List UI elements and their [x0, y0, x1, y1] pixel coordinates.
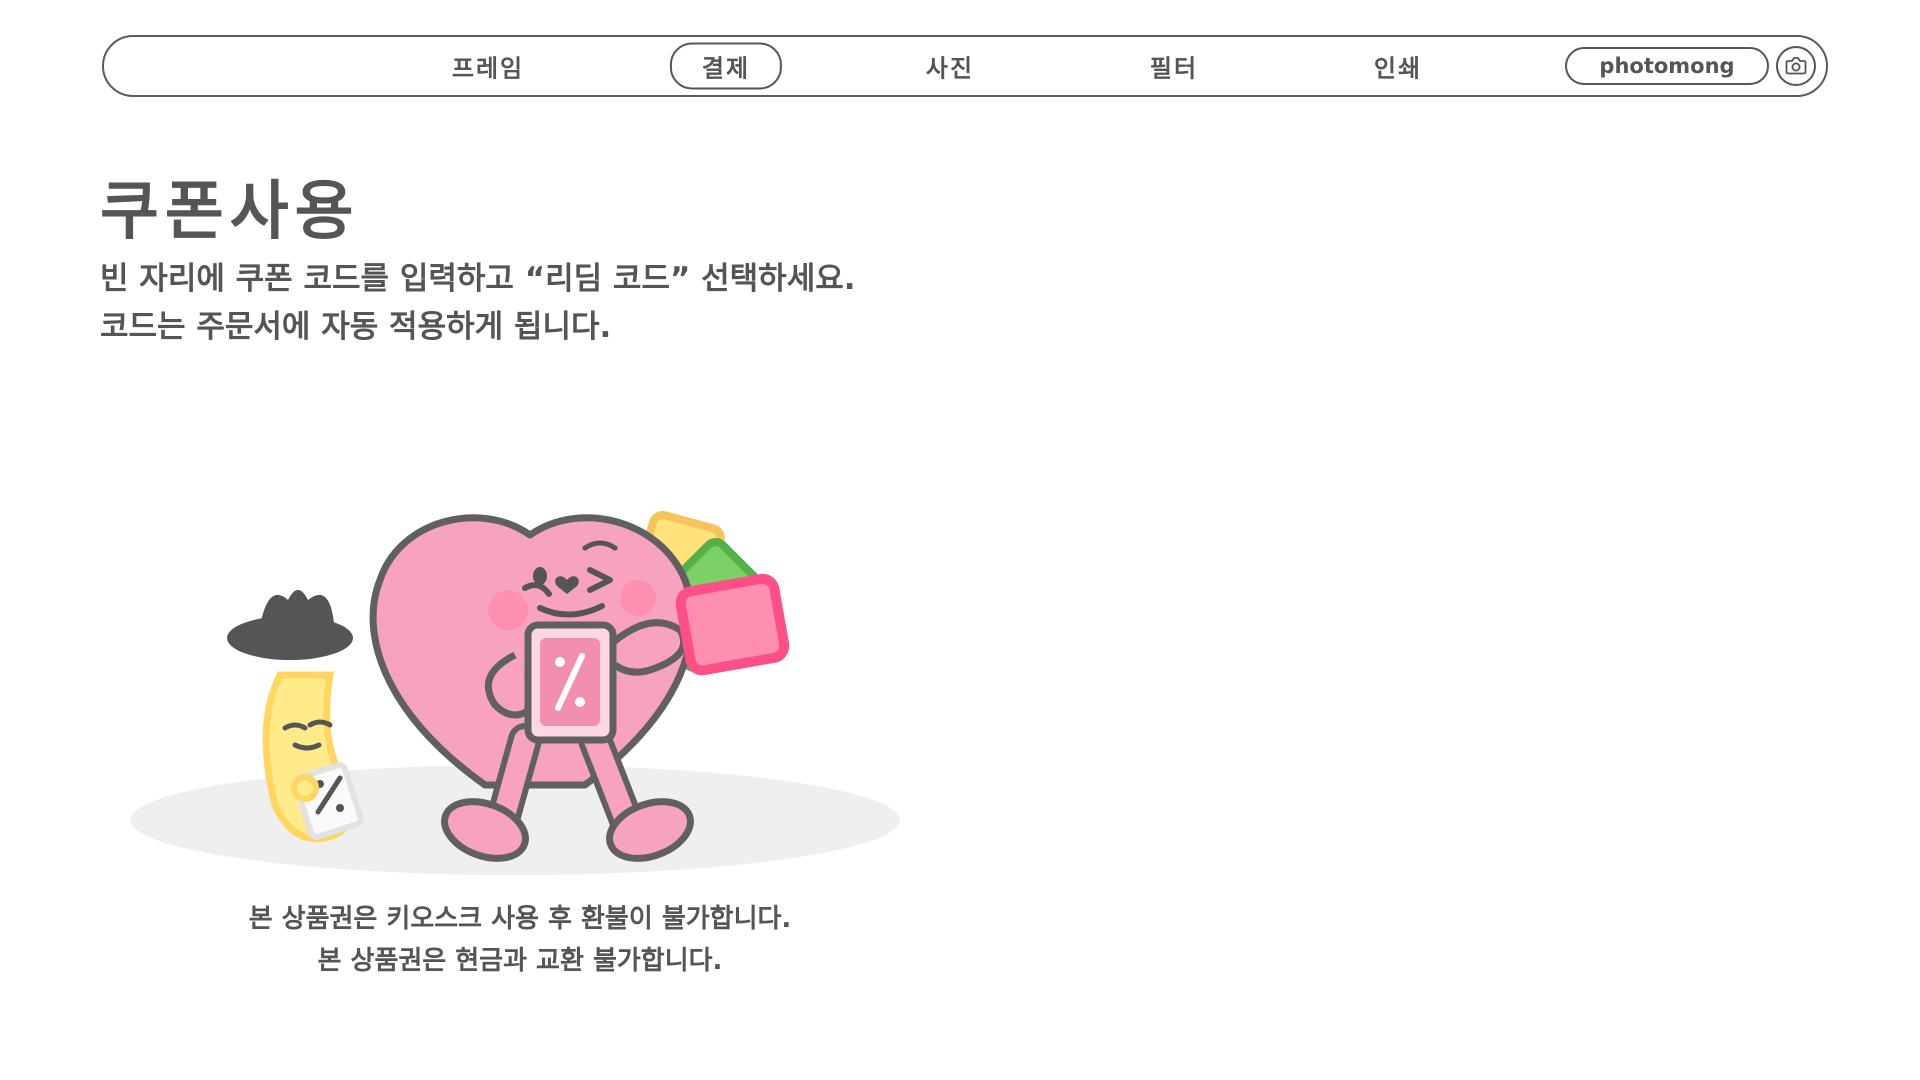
tab-print[interactable]: 인쇄: [1374, 49, 1422, 84]
top-navigation: 프레임 결제 사진 필터 인쇄 photomong: [102, 35, 1828, 97]
coupon-illustration: [130, 460, 910, 890]
coupon-card-icon: [524, 621, 617, 744]
pink-ticket-icon: [675, 573, 790, 676]
instructions: 빈 자리에 쿠폰 코드를 입력하고 “리딤 코드” 선택하세요. 코드는 주문서…: [100, 255, 856, 351]
instruction-line-2: 코드는 주문서에 자동 적용하게 됩니다.: [100, 309, 612, 345]
instruction-line-1: 빈 자리에 쿠폰 코드를 입력하고 “리딤 코드” 선택하세요.: [100, 261, 856, 297]
tab-filter[interactable]: 필터: [1150, 49, 1198, 84]
notice-line-1: 본 상품권은 키오스크 사용 후 환불이 불가합니다.: [248, 904, 792, 934]
page-title: 쿠폰사용: [100, 175, 360, 249]
tab-frame[interactable]: 프레임: [452, 49, 524, 84]
camera-icon: [1785, 57, 1807, 75]
notice-text: 본 상품권은 키오스크 사용 후 환불이 불가합니다. 본 상품권은 현금과 교…: [130, 898, 910, 982]
brand-button[interactable]: photomong: [1565, 47, 1769, 85]
camera-button[interactable]: [1776, 46, 1816, 86]
tab-payment[interactable]: 결제: [669, 42, 783, 90]
notice-line-2: 본 상품권은 현금과 교환 불가합니다.: [317, 946, 723, 976]
tab-photo[interactable]: 사진: [926, 49, 974, 84]
